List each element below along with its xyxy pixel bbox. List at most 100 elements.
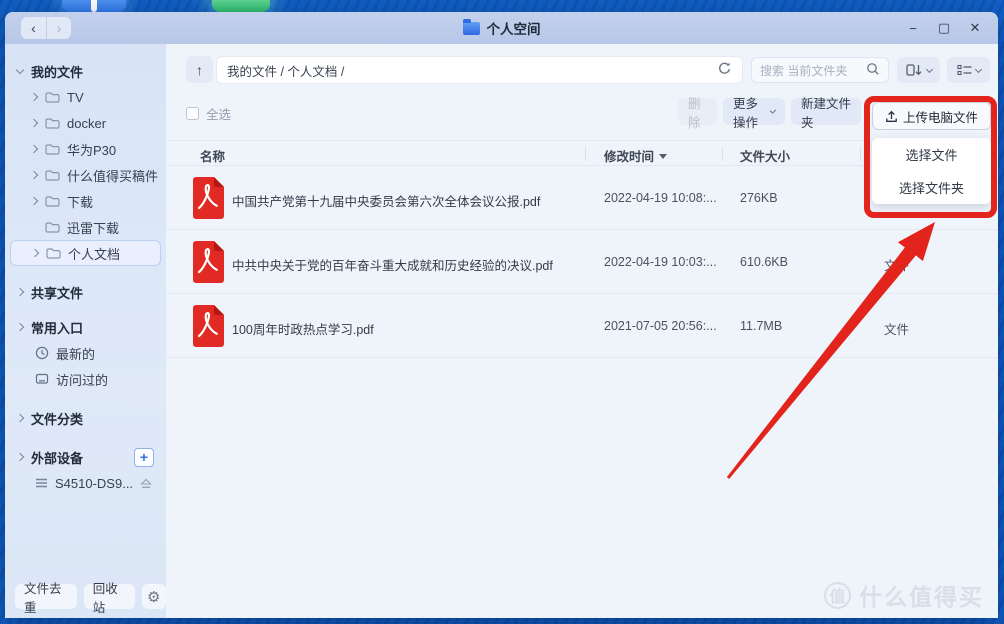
chevron-right-icon[interactable] [30,145,38,153]
search-icon[interactable] [866,62,880,79]
chevron-right-icon[interactable] [30,171,38,179]
chevron-right-icon[interactable] [30,119,38,127]
sidebar-item-label: 外部设备 [31,448,83,467]
sidebar-item-file-categories[interactable]: 文件分类 [5,405,166,431]
sidebar-item-recent[interactable]: 最新的 [5,340,166,366]
new-folder-button[interactable]: 新建文件夹 [791,98,861,125]
folder-outline-icon [46,247,61,259]
sidebar-item-label: docker [67,116,106,131]
watermark: 值 什么值得买 [824,578,984,612]
sidebar-item-smzdm-drafts[interactable]: 什么值得买稿件 [5,162,166,188]
sidebar-item-visited[interactable]: 访问过的 [5,366,166,392]
sidebar-item-quick-entry[interactable]: 常用入口 [5,314,166,340]
add-device-button[interactable]: + [134,448,154,467]
sort-button[interactable] [897,57,940,83]
sidebar-item-huawei-p30[interactable]: 华为P30 [5,136,166,162]
file-modified: 2022-04-19 10:03:... [604,255,717,269]
pdf-file-icon [190,241,224,288]
column-header-modified-label: 修改时间 [604,146,654,165]
menu-item-select-files[interactable]: 选择文件 [872,138,991,171]
upload-computer-files-button[interactable]: 上传电脑文件 [872,102,991,130]
file-size: 610.6KB [740,255,788,269]
sidebar-item-downloads[interactable]: 下载 [5,188,166,214]
sidebar-item-shared-files[interactable]: 共享文件 [5,279,166,305]
folder-outline-icon [45,221,60,233]
column-divider [722,147,723,161]
folder-outline-icon [45,91,60,103]
sidebar-item-my-files[interactable]: 我的文件 [5,58,166,84]
chevron-right-icon[interactable] [30,197,38,205]
drive-icon [35,477,48,489]
file-name[interactable]: 100周年时政热点学习.pdf [232,319,374,338]
chevron-placeholder [31,224,37,230]
eject-icon[interactable] [140,478,152,489]
chevron-down-icon [925,65,932,72]
file-type: 文件 [884,319,909,338]
sidebar-item-label: 华为P30 [67,140,116,159]
screen-icon [35,372,49,386]
taskbar-app-icon-green[interactable] [212,0,270,12]
column-header-name[interactable]: 名称 [200,146,225,165]
sidebar-item-label: 访问过的 [56,370,108,389]
chevron-right-icon[interactable] [16,414,24,422]
file-manager-window: ‹ › 个人空间 − ▢ ✕ 我的文件 TV [5,12,998,618]
upload-dropdown-menu: 选择文件 选择文件夹 [872,138,991,204]
table-row[interactable]: 中共中央关于党的百年奋斗重大成就和历史经验的决议.pdf 2022-04-19 … [166,230,998,294]
folder-outline-icon [45,117,60,129]
sidebar-item-label: 迅雷下载 [67,218,119,237]
more-actions-button[interactable]: 更多操作 [723,98,785,125]
sidebar-item-device-s4510[interactable]: S4510-DS9... [5,470,166,496]
file-dedupe-button[interactable]: 文件去重 [15,584,77,609]
file-size: 11.7MB [740,319,782,333]
column-header-modified[interactable]: 修改时间 [604,146,667,165]
minimize-button[interactable]: − [902,21,924,36]
folder-outline-icon [45,143,60,155]
sidebar-item-personal-docs[interactable]: 个人文档 [10,240,161,266]
chevron-right-icon[interactable] [16,453,24,461]
chevron-down-icon [770,107,776,113]
chevron-right-icon[interactable] [16,288,24,296]
sidebar-item-label: 共享文件 [31,283,83,302]
sidebar: 我的文件 TV docker 华为P30 什么值得买稿件 [5,44,166,618]
column-header-size[interactable]: 文件大小 [740,146,790,165]
pdf-file-icon [190,305,224,352]
sidebar-item-label: 下载 [67,192,93,211]
sidebar-item-label: 什么值得买稿件 [67,166,158,185]
file-size: 276KB [740,191,778,205]
chevron-right-icon[interactable] [31,249,39,257]
window-title-area: 个人空间 [5,12,998,44]
delete-button[interactable]: 删除 [678,98,717,125]
select-all[interactable]: 全选 [186,104,231,123]
maximize-button[interactable]: ▢ [933,20,955,36]
sidebar-item-label: 文件分类 [31,409,83,428]
go-up-button[interactable]: ↑ [186,56,213,83]
view-mode-button[interactable] [947,57,990,83]
clock-icon [35,346,49,360]
menu-item-select-folder[interactable]: 选择文件夹 [872,171,991,204]
taskbar-app-icon-blue[interactable] [62,0,126,12]
search-input[interactable]: 搜索 当前文件夹 [751,57,889,83]
sidebar-item-docker[interactable]: docker [5,110,166,136]
folder-outline-icon [45,195,60,207]
watermark-badge: 值 [824,582,851,609]
breadcrumb[interactable]: 我的文件 / 个人文档 / [227,61,717,80]
select-all-checkbox[interactable] [186,107,199,120]
refresh-icon[interactable] [717,61,732,79]
file-name[interactable]: 中国共产党第十九届中央委员会第六次全体会议公报.pdf [232,191,540,210]
table-row[interactable]: 100周年时政热点学习.pdf 2021-07-05 20:56:... 11.… [166,294,998,358]
settings-gear-button[interactable]: ⚙ [142,584,166,609]
sidebar-item-tv[interactable]: TV [5,84,166,110]
sidebar-item-thunder-downloads[interactable]: 迅雷下载 [5,214,166,240]
file-modified: 2021-07-05 20:56:... [604,319,717,333]
sidebar-item-external-devices[interactable]: 外部设备 + [5,444,166,470]
recycle-bin-button[interactable]: 回收站 [84,584,135,609]
more-actions-label: 更多操作 [733,93,766,131]
sidebar-item-label: 个人文档 [68,244,120,263]
file-name[interactable]: 中共中央关于党的百年奋斗重大成就和历史经验的决议.pdf [232,255,553,274]
chevron-down-icon [16,65,24,73]
close-button[interactable]: ✕ [964,20,986,36]
chevron-right-icon[interactable] [16,323,24,331]
column-divider [585,147,586,161]
chevron-right-icon[interactable] [30,93,38,101]
path-bar[interactable]: 我的文件 / 个人文档 / [216,56,743,84]
